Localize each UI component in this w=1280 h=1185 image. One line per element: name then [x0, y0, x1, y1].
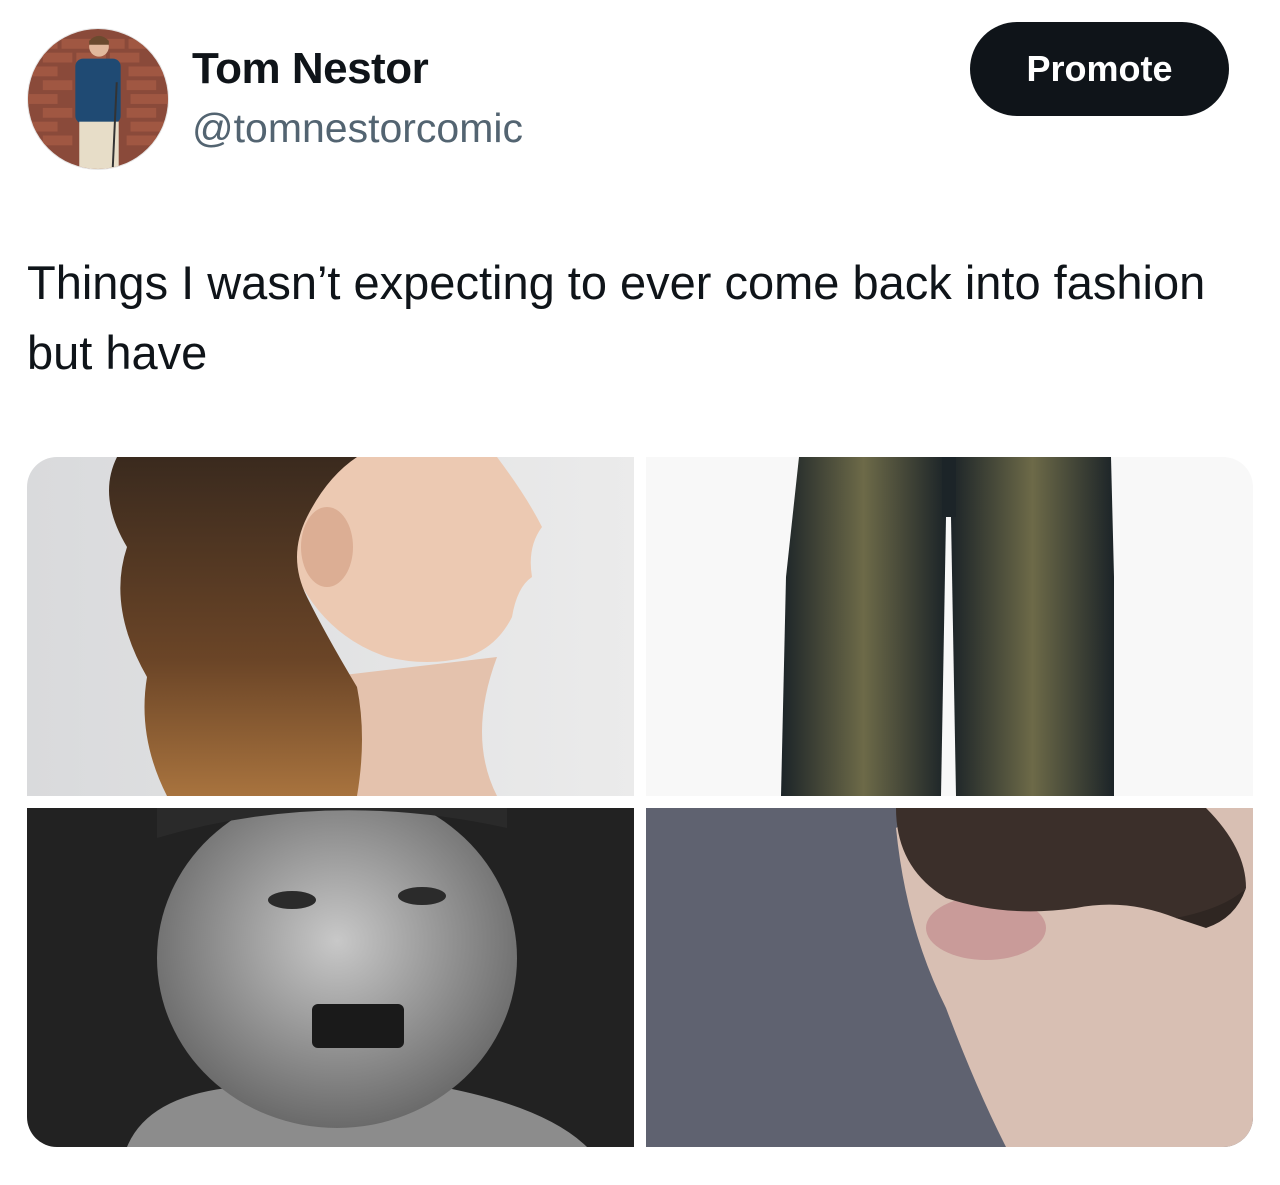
tweet-text: Things I wasn’t expecting to ever come b…: [27, 256, 1206, 379]
media-tile-jeans[interactable]: [646, 457, 1253, 796]
toothbrush-mustache-photo: [27, 808, 634, 1147]
handlebar-mustache-photo: [646, 808, 1253, 1147]
avatar-photo: [28, 29, 168, 169]
promote-button[interactable]: Promote: [970, 22, 1229, 116]
mullet-haircut-photo: [27, 457, 634, 796]
media-tile-handlebar-mustache[interactable]: [646, 808, 1253, 1147]
author-display-name[interactable]: Tom Nestor: [192, 44, 429, 94]
media-tile-toothbrush-mustache[interactable]: [27, 808, 634, 1147]
media-grid: [27, 457, 1253, 1147]
baggy-faded-jeans-photo: [646, 457, 1253, 796]
avatar[interactable]: [27, 28, 169, 170]
media-tile-mullet[interactable]: [27, 457, 634, 796]
author-handle[interactable]: @tomnestorcomic: [192, 105, 523, 152]
